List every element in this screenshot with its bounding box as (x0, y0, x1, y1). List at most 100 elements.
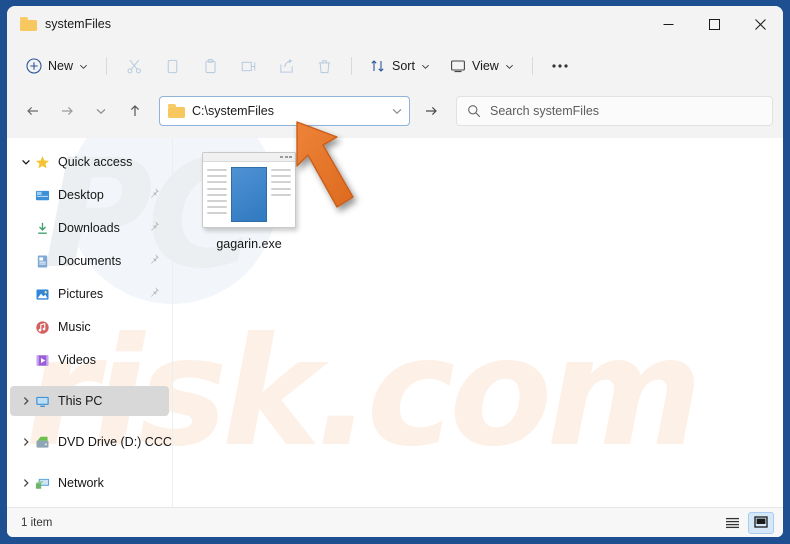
more-options-button[interactable] (542, 50, 578, 82)
rename-button[interactable] (230, 50, 266, 82)
sidebar-item-desktop[interactable]: Desktop (10, 180, 169, 210)
maximize-button[interactable] (691, 6, 737, 42)
view-button[interactable]: View (441, 50, 523, 82)
sort-arrows-icon (371, 60, 384, 72)
share-button[interactable] (268, 50, 304, 82)
large-icons-view-button[interactable] (748, 511, 774, 534)
chevron-right-icon[interactable] (18, 478, 34, 488)
icon-titlebar (203, 153, 295, 162)
toolbar-separator (531, 57, 533, 75)
file-item-gagarin-exe[interactable]: gagarin.exe (197, 146, 301, 255)
arrow-right-icon (62, 106, 73, 116)
pin-icon[interactable] (148, 219, 160, 237)
window-frame: PC risk.com systemFiles New Sort View C:… (0, 0, 790, 544)
new-button-label: New (48, 59, 74, 73)
sidebar-item-downloads[interactable]: Downloads (10, 213, 169, 243)
sidebar-item-dvd-drive[interactable]: DVD Drive (D:) CCCC (10, 427, 172, 457)
pin-icon[interactable] (148, 252, 160, 270)
star-icon (34, 154, 50, 170)
title-bar-left: systemFiles (7, 17, 111, 31)
window-title: systemFiles (45, 17, 111, 31)
address-path-text: C:\systemFiles (192, 104, 274, 118)
file-name-label: gagarin.exe (216, 237, 282, 251)
search-placeholder: Search systemFiles (490, 104, 600, 118)
icon-body (203, 162, 295, 227)
close-icon (754, 18, 766, 30)
sidebar-item-label: Videos (58, 353, 96, 367)
pin-icon[interactable] (148, 285, 160, 303)
up-button[interactable] (119, 96, 151, 126)
file-list-pane[interactable]: gagarin.exe (173, 138, 783, 507)
delete-button[interactable] (306, 50, 342, 82)
cut-button[interactable] (116, 50, 152, 82)
sidebar-item-videos[interactable]: Videos (10, 345, 169, 375)
search-input[interactable]: Search systemFiles (456, 96, 773, 126)
forward-button[interactable] (51, 96, 83, 126)
sidebar-item-label: Downloads (58, 221, 120, 235)
desktop-icon (34, 187, 50, 203)
recent-locations-button[interactable] (85, 96, 117, 126)
command-toolbar: New Sort View (7, 42, 783, 90)
paste-button[interactable] (192, 50, 228, 82)
sort-button[interactable]: Sort (361, 50, 439, 82)
status-bar: 1 item (7, 507, 783, 537)
toolbar-separator (106, 57, 108, 75)
arrow-right-icon (426, 106, 437, 116)
arrow-left-icon (27, 106, 38, 116)
chevron-right-icon[interactable] (18, 437, 34, 447)
documents-icon (34, 253, 50, 269)
sidebar-item-network[interactable]: Network (10, 468, 169, 498)
clipboard-icon (204, 58, 216, 73)
sidebar-item-label: Music (58, 320, 91, 334)
share-icon (279, 58, 293, 73)
sidebar-item-this-pc[interactable]: This PC (10, 386, 169, 416)
copy-button[interactable] (154, 50, 190, 82)
address-bar-row: C:\systemFiles Search systemFiles (7, 90, 783, 138)
pin-icon[interactable] (148, 186, 160, 204)
back-button[interactable] (17, 96, 49, 126)
close-button[interactable] (737, 6, 783, 42)
trash-icon (318, 59, 330, 73)
icon-right-lines (271, 167, 291, 222)
sort-button-label: Sort (392, 59, 415, 73)
sidebar-item-label: Quick access (58, 155, 133, 169)
scissors-icon (126, 59, 141, 73)
ellipsis-icon (552, 64, 568, 68)
folder-icon (168, 104, 185, 118)
view-button-label: View (471, 59, 499, 73)
maximize-icon (708, 18, 720, 30)
new-button[interactable]: New (17, 50, 97, 82)
application-window-icon (202, 152, 296, 228)
sidebar-item-documents[interactable]: Documents (10, 246, 169, 276)
item-count-label: 1 item (21, 516, 53, 529)
minimize-button[interactable] (645, 6, 691, 42)
chevron-right-icon[interactable] (18, 396, 34, 406)
sidebar-item-music[interactable]: Music (10, 312, 169, 342)
network-icon (34, 475, 50, 491)
chevron-down-icon (421, 64, 429, 69)
details-view-button[interactable] (719, 512, 745, 534)
chevron-down-icon[interactable] (391, 105, 403, 117)
chevron-down-icon[interactable] (18, 157, 34, 167)
sidebar-item-quick-access[interactable]: Quick access (10, 147, 169, 177)
file-explorer-window: PC risk.com systemFiles New Sort View C:… (7, 6, 783, 537)
search-icon (468, 105, 481, 118)
title-bar: systemFiles (7, 6, 783, 42)
rename-icon (241, 61, 255, 71)
this-pc-icon (34, 393, 50, 409)
copy-icon (167, 59, 177, 73)
icon-center-panel (231, 167, 267, 222)
sidebar-item-label: Documents (58, 254, 122, 268)
go-button[interactable] (416, 96, 446, 126)
monitor-icon (451, 60, 465, 73)
sidebar-item-label: Network (58, 476, 104, 490)
icon-left-lines (207, 167, 227, 222)
chevron-down-icon (96, 108, 106, 115)
address-input[interactable]: C:\systemFiles (159, 96, 410, 126)
arrow-up-icon (130, 105, 140, 116)
folder-icon (20, 17, 37, 31)
large-icon-box-icon (754, 516, 768, 528)
sidebar-item-pictures[interactable]: Pictures (10, 279, 169, 309)
dvd-drive-icon (34, 434, 50, 450)
plus-circle-icon (26, 58, 42, 74)
